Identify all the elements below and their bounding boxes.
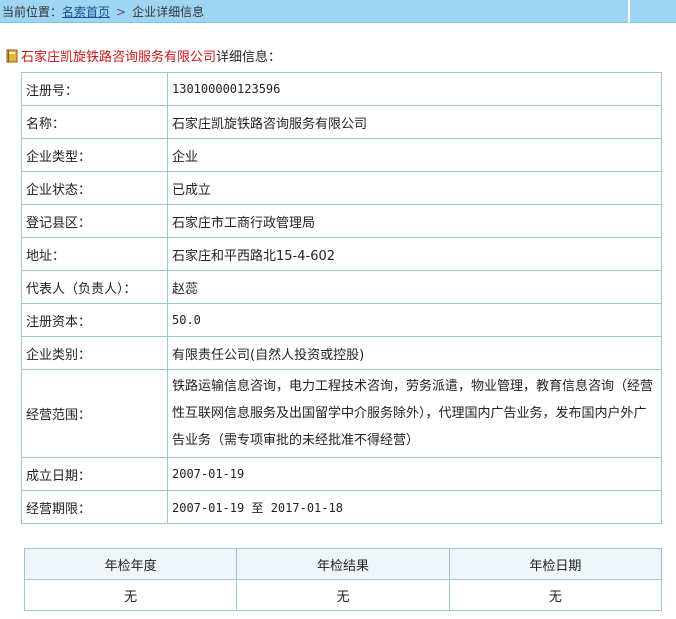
breadcrumb-current: 企业详细信息	[132, 5, 205, 19]
field-label: 企业类别：	[21, 336, 168, 370]
field-value-capital: 50.0	[167, 303, 662, 337]
table-row: 登记县区： 石家庄市工商行政管理局	[21, 204, 662, 238]
breadcrumb-separator: >	[116, 5, 127, 19]
table-row: 成立日期： 2007-01-19	[21, 457, 662, 491]
column-header: 年检结果	[236, 548, 450, 580]
field-label: 地址：	[21, 237, 168, 271]
field-label: 注册号：	[21, 72, 168, 106]
table-row: 注册资本： 50.0	[21, 303, 662, 337]
annual-check-table: 年检年度 年检结果 年检日期 无 无 无	[23, 548, 663, 611]
table-row: 无 无 无	[23, 579, 663, 611]
field-label: 登记县区：	[21, 204, 168, 238]
page-title: 石家庄凯旋铁路咨询服务有限公司详细信息：	[6, 46, 281, 65]
book-icon	[6, 49, 18, 63]
field-label: 成立日期：	[21, 457, 168, 491]
heading-suffix: 详细信息：	[216, 50, 282, 65]
table-row: 企业类型： 企业	[21, 138, 662, 172]
table-row: 代表人（负责人）： 赵蕊	[21, 270, 662, 304]
field-label: 经营范围：	[21, 369, 168, 458]
annual-date-cell: 无	[448, 579, 663, 611]
breadcrumb-bar: 当前位置：名索首页 > 企业详细信息	[0, 0, 628, 23]
field-label: 名称：	[21, 105, 168, 139]
company-detail-table: 注册号： 130100000123596 名称： 石家庄凯旋铁路咨询服务有限公司…	[21, 72, 662, 524]
field-label: 企业类型：	[21, 138, 168, 172]
table-row: 企业类别： 有限责任公司(自然人投资或控股)	[21, 336, 662, 370]
field-value-status: 已成立	[167, 171, 662, 205]
field-value-founded-date: 2007-01-19	[167, 457, 662, 491]
table-row: 地址： 石家庄和平西路北15-4-602	[21, 237, 662, 271]
field-value-address: 石家庄和平西路北15-4-602	[167, 237, 662, 271]
column-header: 年检日期	[448, 548, 663, 580]
company-name-heading: 石家庄凯旋铁路咨询服务有限公司	[21, 50, 217, 65]
annual-year-cell: 无	[23, 579, 238, 611]
table-row: 企业状态： 已成立	[21, 171, 662, 205]
field-label: 企业状态：	[21, 171, 168, 205]
table-row: 注册号： 130100000123596	[21, 72, 662, 106]
field-value-name: 石家庄凯旋铁路咨询服务有限公司	[167, 105, 662, 139]
table-row: 名称： 石家庄凯旋铁路咨询服务有限公司	[21, 105, 662, 139]
field-value-category: 有限责任公司(自然人投资或控股)	[167, 336, 662, 370]
field-label: 代表人（负责人）：	[21, 270, 168, 304]
annual-result-cell: 无	[236, 579, 450, 611]
breadcrumb-bar-end	[630, 0, 676, 23]
field-value-reg-no: 130100000123596	[167, 72, 662, 106]
field-value-type: 企业	[167, 138, 662, 172]
breadcrumb: 当前位置：名索首页 > 企业详细信息	[2, 3, 204, 20]
field-value-district: 石家庄市工商行政管理局	[167, 204, 662, 238]
field-label: 注册资本：	[21, 303, 168, 337]
field-value-representative: 赵蕊	[167, 270, 662, 304]
table-row: 经营范围： 铁路运输信息咨询，电力工程技术咨询，劳务派遣，物业管理，教育信息咨询…	[21, 369, 662, 458]
table-header-row: 年检年度 年检结果 年检日期	[23, 548, 663, 580]
breadcrumb-prefix: 当前位置：	[2, 5, 63, 19]
field-value-business-scope: 铁路运输信息咨询，电力工程技术咨询，劳务派遣，物业管理，教育信息咨询（经营性互联…	[167, 369, 662, 458]
table-row: 经营期限： 2007-01-19 至 2017-01-18	[21, 490, 662, 524]
column-header: 年检年度	[23, 548, 238, 580]
field-label: 经营期限：	[21, 490, 168, 524]
field-value-operating-period: 2007-01-19 至 2017-01-18	[167, 490, 662, 524]
breadcrumb-home-link[interactable]: 名索首页	[62, 5, 110, 19]
